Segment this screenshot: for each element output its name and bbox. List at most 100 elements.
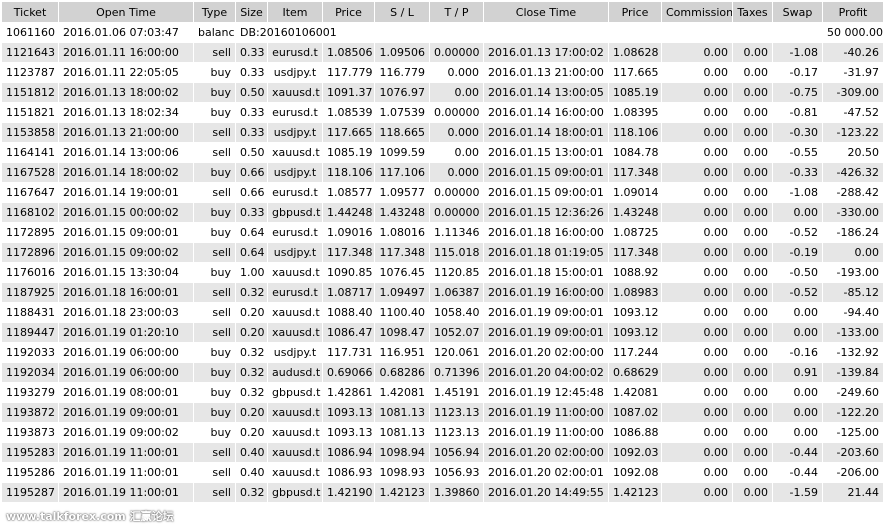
table-row[interactable]: 1195286 2016.01.19 11:00:01 sell 0.40 xauusd… xyxy=(2,463,884,483)
cell-commission: 0.00 xyxy=(662,63,733,83)
cell-taxes: 0.00 xyxy=(733,343,773,363)
column-header-take-profit[interactable]: T / P xyxy=(430,2,484,23)
table-row[interactable]: 1195287 2016.01.19 11:00:01 sell 0.32 gbpusd… xyxy=(2,483,884,503)
table-row[interactable]: 1195283 2016.01.19 11:00:01 sell 0.40 xauusd… xyxy=(2,443,884,463)
cell-stop-loss: 1098.47 xyxy=(375,323,430,343)
cell-item: eurusd.t xyxy=(268,223,323,243)
cell-taxes: 0.00 xyxy=(733,423,773,443)
cell-item: usdjpy.t xyxy=(268,63,323,83)
cell-taxes: 0.00 xyxy=(733,83,773,103)
cell-ticket: 1151821 xyxy=(2,103,59,123)
table-row[interactable]: 1189447 2016.01.19 01:20:10 sell 0.20 xauusd… xyxy=(2,323,884,343)
table-row[interactable]: 1193279 2016.01.19 08:00:01 buy 0.32 gbpusd.… xyxy=(2,383,884,403)
table-row[interactable]: 1187925 2016.01.18 16:00:01 sell 0.32 eurusd… xyxy=(2,283,884,303)
table-row[interactable]: 1123787 2016.01.11 22:05:05 buy 0.33 usdjpy.… xyxy=(2,63,884,83)
cell-type: sell xyxy=(194,243,236,263)
cell-commission: 0.00 xyxy=(662,43,733,63)
cell-close-time: 2016.01.14 13:00:05 xyxy=(484,83,609,103)
balance-row[interactable]: 1061160 2016.01.06 07:03:47 balance DB:2… xyxy=(2,23,884,43)
column-header-close-time[interactable]: Close Time xyxy=(484,2,609,23)
column-header-size[interactable]: Size xyxy=(236,2,268,23)
cell-size: 1.00 xyxy=(236,263,268,283)
cell-open-time: 2016.01.19 09:00:01 xyxy=(59,403,194,423)
cell-ticket: 1195283 xyxy=(2,443,59,463)
cell-take-profit: 115.018 xyxy=(430,243,484,263)
table-row[interactable]: 1151812 2016.01.13 18:00:02 buy 0.50 xauusd.… xyxy=(2,83,884,103)
cell-close-time: 2016.01.19 16:00:00 xyxy=(484,283,609,303)
cell-open-time: 2016.01.14 19:00:01 xyxy=(59,183,194,203)
cell-stop-loss: 1.09577 xyxy=(375,183,430,203)
table-row[interactable]: 1121643 2016.01.11 16:00:00 sell 0.33 eurusd… xyxy=(2,43,884,63)
column-header-ticket[interactable]: Ticket xyxy=(2,2,59,23)
cell-open-time: 2016.01.19 11:00:01 xyxy=(59,443,194,463)
column-header-item[interactable]: Item xyxy=(268,2,323,23)
cell-open-time: 2016.01.13 18:00:02 xyxy=(59,83,194,103)
cell-swap: -0.55 xyxy=(773,143,823,163)
column-header-open-price[interactable]: Price xyxy=(323,2,375,23)
table-row[interactable]: 1167528 2016.01.14 18:00:02 buy 0.66 usdjpy.… xyxy=(2,163,884,183)
column-header-open-time[interactable]: Open Time xyxy=(59,2,194,23)
cell-taxes: 0.00 xyxy=(733,203,773,223)
column-header-swap[interactable]: Swap xyxy=(773,2,823,23)
cell-ticket: 1192034 xyxy=(2,363,59,383)
cell-close-price: 117.665 xyxy=(609,63,662,83)
cell-taxes: 0.00 xyxy=(733,283,773,303)
table-row[interactable]: 1168102 2016.01.15 00:00:02 buy 0.33 gbpusd.… xyxy=(2,203,884,223)
cell-open-price: 1.09016 xyxy=(323,223,375,243)
cell-close-time: 2016.01.20 02:00:00 xyxy=(484,343,609,363)
column-header-type[interactable]: Type xyxy=(194,2,236,23)
cell-take-profit: 1120.85 xyxy=(430,263,484,283)
cell-close-time: 2016.01.19 11:00:00 xyxy=(484,403,609,423)
table-row[interactable]: 1172895 2016.01.15 09:00:01 buy 0.64 eurusd.… xyxy=(2,223,884,243)
table-row[interactable]: 1192033 2016.01.19 06:00:00 buy 0.32 usdjpy.… xyxy=(2,343,884,363)
column-header-taxes[interactable]: Taxes xyxy=(733,2,773,23)
table-row[interactable]: 1188431 2016.01.18 23:00:03 sell 0.20 xauusd… xyxy=(2,303,884,323)
table-row[interactable]: 1151821 2016.01.13 18:02:34 buy 0.33 eurusd.… xyxy=(2,103,884,123)
cell-close-price: 1085.19 xyxy=(609,83,662,103)
column-header-profit[interactable]: Profit xyxy=(823,2,884,23)
table-row[interactable]: 1193873 2016.01.19 09:00:02 buy 0.20 xauusd.… xyxy=(2,423,884,443)
cell-open-time: 2016.01.15 00:00:02 xyxy=(59,203,194,223)
table-row[interactable]: 1167647 2016.01.14 19:00:01 sell 0.66 eurusd… xyxy=(2,183,884,203)
trade-history-table: Ticket Open Time Type Size Item Price S … xyxy=(2,2,884,503)
cell-size: 0.33 xyxy=(236,103,268,123)
cell-take-profit: 0.71396 xyxy=(430,363,484,383)
cell-profit: -125.00 xyxy=(823,423,884,443)
cell-ticket: 1195286 xyxy=(2,463,59,483)
cell-profit: -186.24 xyxy=(823,223,884,243)
cell-stop-loss: 1081.13 xyxy=(375,403,430,423)
table-row[interactable]: 1192034 2016.01.19 06:00:00 buy 0.32 audusd.… xyxy=(2,363,884,383)
cell-close-price: 0.68629 xyxy=(609,363,662,383)
cell-ticket: 1176016 xyxy=(2,263,59,283)
cell-stop-loss: 1.08016 xyxy=(375,223,430,243)
table-row[interactable]: 1164141 2016.01.14 13:00:06 sell 0.50 xauusd… xyxy=(2,143,884,163)
cell-open-price: 1.08577 xyxy=(323,183,375,203)
cell-item: usdjpy.t xyxy=(268,163,323,183)
cell-type: sell xyxy=(194,483,236,503)
cell-open-price: 1.42861 xyxy=(323,383,375,403)
cell-commission: 0.00 xyxy=(662,443,733,463)
cell-take-profit: 1.45191 xyxy=(430,383,484,403)
column-header-commission[interactable]: Commission xyxy=(662,2,733,23)
column-header-close-price[interactable]: Price xyxy=(609,2,662,23)
cell-stop-loss: 0.68286 xyxy=(375,363,430,383)
table-row[interactable]: 1193872 2016.01.19 09:00:01 buy 0.20 xauusd.… xyxy=(2,403,884,423)
cell-profit: -123.22 xyxy=(823,123,884,143)
cell-stop-loss: 1.43248 xyxy=(375,203,430,223)
cell-close-price: 1093.12 xyxy=(609,323,662,343)
cell-type: buy xyxy=(194,363,236,383)
cell-size: 0.40 xyxy=(236,443,268,463)
cell-type: sell xyxy=(194,463,236,483)
cell-take-profit: 1058.40 xyxy=(430,303,484,323)
cell-stop-loss: 1081.13 xyxy=(375,423,430,443)
cell-open-price: 1088.40 xyxy=(323,303,375,323)
table-row[interactable]: 1176016 2016.01.15 13:30:04 buy 1.00 xauusd.… xyxy=(2,263,884,283)
table-row[interactable]: 1172896 2016.01.15 09:00:02 sell 0.64 usdjpy… xyxy=(2,243,884,263)
cell-taxes: 0.00 xyxy=(733,463,773,483)
cell-close-price: 1.08983 xyxy=(609,283,662,303)
table-row[interactable]: 1153858 2016.01.13 21:00:00 sell 0.33 usdjpy… xyxy=(2,123,884,143)
cell-commission: 0.00 xyxy=(662,283,733,303)
cell-open-time: 2016.01.11 16:00:00 xyxy=(59,43,194,63)
column-header-stop-loss[interactable]: S / L xyxy=(375,2,430,23)
cell-close-time: 2016.01.18 01:19:05 xyxy=(484,243,609,263)
